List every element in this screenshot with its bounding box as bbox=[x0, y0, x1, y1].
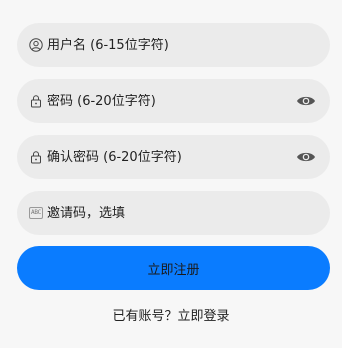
eye-icon[interactable] bbox=[296, 94, 316, 108]
confirm-password-field[interactable] bbox=[17, 135, 330, 179]
user-icon bbox=[29, 38, 43, 52]
register-page: ABC 立即注册 已有账号？立即登录 bbox=[0, 0, 342, 348]
invite-code-input[interactable] bbox=[47, 205, 316, 221]
login-prompt-text: 已有账号？ bbox=[112, 309, 178, 324]
lock-icon bbox=[29, 94, 43, 108]
lock-icon bbox=[29, 150, 43, 164]
invite-code-field[interactable]: ABC bbox=[17, 191, 330, 235]
eye-icon[interactable] bbox=[296, 150, 316, 164]
confirm-password-input[interactable] bbox=[47, 149, 296, 165]
password-field[interactable] bbox=[17, 79, 330, 123]
abc-icon: ABC bbox=[29, 206, 43, 220]
username-field[interactable] bbox=[17, 23, 330, 67]
login-prompt: 已有账号？立即登录 bbox=[0, 307, 342, 327]
login-link[interactable]: 立即登录 bbox=[178, 309, 230, 324]
register-button[interactable]: 立即注册 bbox=[17, 246, 330, 290]
username-input[interactable] bbox=[47, 37, 316, 53]
password-input[interactable] bbox=[47, 93, 296, 109]
